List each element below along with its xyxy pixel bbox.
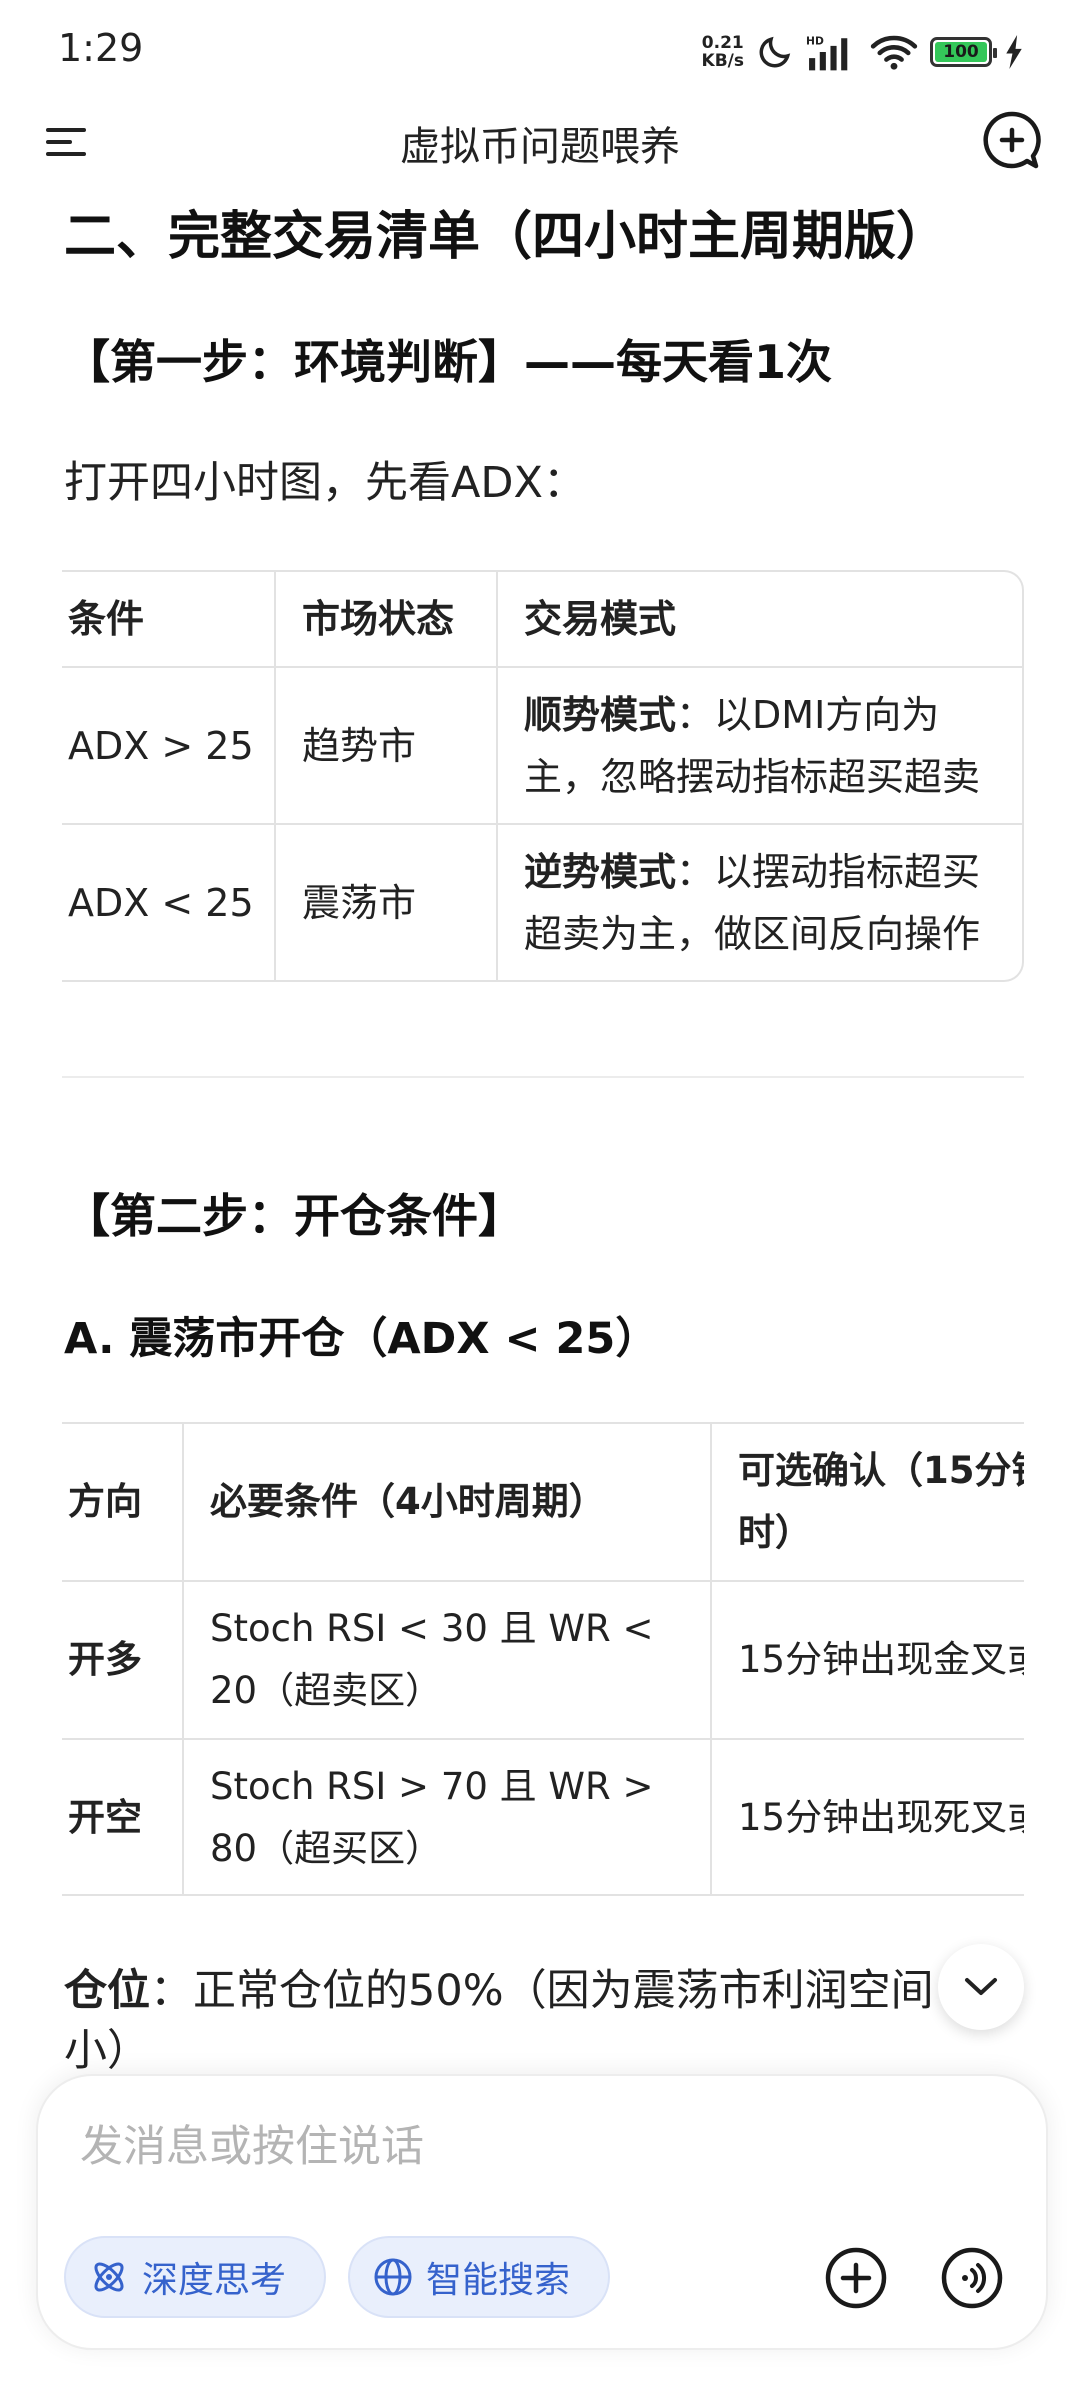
cell-trade-mode: 逆势模式：以摆动指标超买 超卖为主，做区间反向操作 <box>498 825 1022 980</box>
add-attachment-button[interactable] <box>824 2246 888 2310</box>
moon-icon <box>759 36 791 68</box>
globe-icon <box>374 2258 412 2296</box>
app-header: 虚拟币问题喂养 <box>0 100 1080 180</box>
mode-desc-line2: 超卖为主，做区间反向操作 <box>524 911 981 956</box>
section-a-heading: A. 震荡市开仓（ADX < 25） <box>64 1314 659 1364</box>
header-optional-confirm-line2: 时） <box>738 1511 812 1554</box>
message-input[interactable]: 发消息或按住说话 <box>80 2112 980 2174</box>
conversation-title[interactable]: 虚拟币问题喂养 <box>0 114 1080 172</box>
step2-heading: 【第二步：开仓条件】 <box>64 1189 524 1243</box>
header-required-conditions: 必要条件（4小时周期） <box>184 1424 712 1580</box>
header-optional-confirm-line1: 可选确认（15分钟 <box>738 1449 1024 1492</box>
deep-think-toggle[interactable]: 深度思考 <box>64 2236 326 2318</box>
table-row: ADX < 25 震荡市 逆势模式：以摆动指标超买 超卖为主，做区间反向操作 <box>62 823 1022 980</box>
atom-icon <box>94 2262 124 2292</box>
cond-line2: 20（超卖区） <box>210 1669 443 1712</box>
cell-market-state: 趋势市 <box>276 668 498 823</box>
cond-line1: Stoch RSI < 30 且 WR < <box>210 1607 654 1650</box>
section-divider <box>62 1076 1024 1078</box>
cell-optional-confirm: 15分钟出现死叉或 <box>738 1796 1024 1839</box>
message-composer: 发消息或按住说话 深度思考 智能搜索 <box>36 2074 1048 2350</box>
chevron-down-icon <box>965 1978 997 1995</box>
signal-icon: HD <box>806 34 848 71</box>
cell-direction: 开多 <box>62 1582 184 1738</box>
cond-line1: Stoch RSI > 70 且 WR > <box>210 1765 654 1808</box>
position-line2: 小） <box>64 2026 150 2076</box>
wifi-icon <box>870 35 918 70</box>
header-market-state: 市场状态 <box>276 572 498 666</box>
position-line1: 仓位：正常仓位的50%（因为震荡市利润空间 <box>64 1956 934 2018</box>
cond-line2: 80（超买区） <box>210 1827 443 1870</box>
mode-desc-line2: 主，忽略摆动指标超买超卖 <box>524 754 981 799</box>
status-icons: 0.21 KB/s HD 100 <box>702 28 1024 76</box>
position-label: 仓位 <box>64 1966 150 2016</box>
voice-call-button[interactable] <box>940 2246 1004 2310</box>
header-optional-confirm: 可选确认（15分钟 时） <box>712 1424 1024 1580</box>
charging-icon <box>1006 35 1022 69</box>
cell-required-conditions: Stoch RSI > 70 且 WR > 80（超买区） <box>184 1740 712 1894</box>
table-row: ADX > 25 趋势市 顺势模式：以DMI方向为 主，忽略摆动指标超买超卖 <box>62 666 1022 823</box>
mode-desc-line1: ：以DMI方向为 <box>676 692 940 737</box>
table-header-row: 条件 市场状态 交易模式 <box>62 572 1022 666</box>
status-bar: 1:29 0.21 KB/s HD 100 <box>0 0 1080 100</box>
cell-condition: ADX > 25 <box>62 668 276 823</box>
cell-direction: 开空 <box>62 1740 184 1894</box>
battery-level: 100 <box>935 42 987 62</box>
cell-market-state: 震荡市 <box>276 825 498 980</box>
battery-icon: 100 <box>930 37 997 67</box>
battery-nub <box>993 48 997 58</box>
network-speed-value: 0.21 <box>701 33 744 53</box>
cell-optional-confirm: 15分钟出现金叉或 <box>738 1638 1024 1681</box>
entry-conditions-table[interactable]: 方向 必要条件（4小时周期） 可选确认（15分钟 时） 开多 Stoch RSI… <box>62 1422 1024 1896</box>
network-speed: 0.21 KB/s <box>702 34 744 70</box>
step1-intro: 打开四小时图，先看ADX： <box>64 458 586 508</box>
scroll-to-bottom-button[interactable] <box>938 1944 1024 2030</box>
header-direction: 方向 <box>62 1424 184 1580</box>
position-text: ：正常仓位的50%（因为震荡市利润空间 <box>150 1966 934 2016</box>
mode-desc-line1: ：以摆动指标超买 <box>676 849 981 894</box>
table-header-row: 方向 必要条件（4小时周期） 可选确认（15分钟 时） <box>62 1424 1024 1580</box>
new-chat-button[interactable] <box>980 108 1044 172</box>
mode-name: 逆势模式 <box>524 849 677 894</box>
cell-condition: ADX < 25 <box>62 825 276 980</box>
cell-required-conditions: Stoch RSI < 30 且 WR < 20（超卖区） <box>184 1582 712 1738</box>
smart-search-toggle[interactable]: 智能搜索 <box>348 2236 610 2318</box>
step1-heading: 【第一步：环境判断】——每天看1次 <box>64 335 833 389</box>
table-row: 开多 Stoch RSI < 30 且 WR < 20（超卖区） 15分钟出现金… <box>62 1580 1024 1738</box>
svg-text:HD: HD <box>806 34 824 47</box>
header-trade-mode: 交易模式 <box>524 597 677 641</box>
smart-search-label: 智能搜索 <box>426 2260 571 2301</box>
chat-content[interactable]: 二、完整交易清单（四小时主周期版） 【第一步：环境判断】——每天看1次 打开四小… <box>0 180 1080 2080</box>
table-row: 开空 Stoch RSI > 70 且 WR > 80（超买区） 15分钟出现死… <box>62 1738 1024 1894</box>
cell-trade-mode: 顺势模式：以DMI方向为 主，忽略摆动指标超买超卖 <box>498 668 1022 823</box>
deep-think-label: 深度思考 <box>142 2260 287 2301</box>
mode-name: 顺势模式 <box>524 692 677 737</box>
environment-table: 条件 市场状态 交易模式 ADX > 25 趋势市 顺势模式：以DMI方向为 主… <box>62 570 1024 982</box>
header-condition: 条件 <box>62 572 276 666</box>
status-time: 1:29 <box>58 26 144 70</box>
network-speed-unit: KB/s <box>701 51 744 71</box>
section-heading: 二、完整交易清单（四小时主周期版） <box>64 207 949 267</box>
